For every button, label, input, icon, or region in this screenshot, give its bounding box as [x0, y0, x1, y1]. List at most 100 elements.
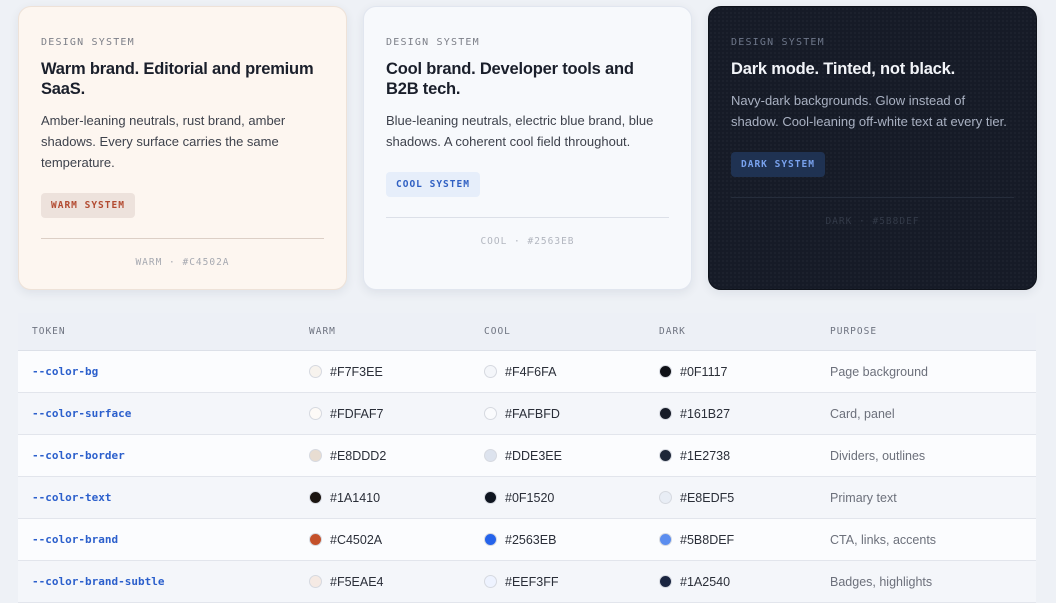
table-row: --color-border #E8DDD2 #DDE3EE #1E2738 Divid…: [18, 435, 1036, 477]
warm-hex-value: #C4502A: [330, 532, 383, 547]
dark-color-swatch: [659, 533, 672, 546]
header-purpose: PURPOSE: [830, 326, 878, 337]
token-purpose: Dividers, outlines: [830, 448, 926, 463]
dark-value-cell: #161B27: [645, 407, 816, 421]
table-row: --color-bg #F7F3EE #F4F6FA #0F1117 Page back…: [18, 351, 1036, 393]
card-title: Dark mode. Tinted, not black.: [731, 60, 956, 78]
token-purpose: Card, panel: [830, 406, 895, 421]
card-footer: COOL · #2563EB: [480, 236, 575, 247]
cool-hex-value: #EEF3FF: [505, 574, 559, 589]
cool-value-cell: #0F1520: [470, 491, 645, 505]
cool-value-cell: #DDE3EE: [470, 449, 645, 463]
cool-hex-value: #DDE3EE: [505, 448, 562, 463]
cool-system-card: DESIGN SYSTEM Cool brand. Developer tool…: [363, 6, 692, 290]
dark-hex-value: #E8EDF5: [680, 490, 735, 505]
warm-color-swatch: [309, 449, 322, 462]
token-purpose: Page background: [830, 364, 928, 379]
dark-color-swatch: [659, 365, 672, 378]
dark-hex-value: #161B27: [680, 406, 731, 421]
token-name: --color-text: [32, 491, 112, 504]
cool-color-swatch: [484, 407, 497, 420]
card-footer: DARK · #5B8DEF: [825, 216, 920, 227]
card-divider: [41, 238, 324, 239]
card-eyebrow: DESIGN SYSTEM: [731, 37, 825, 48]
dark-hex-value: #1E2738: [680, 448, 731, 463]
token-purpose: CTA, links, accents: [830, 532, 937, 547]
token-purpose: Badges, highlights: [830, 574, 933, 589]
warm-color-swatch: [309, 533, 322, 546]
header-cool: COOL: [484, 326, 511, 337]
card-divider: [731, 197, 1014, 198]
card-description: Blue-leaning neutrals, electric blue bra…: [386, 113, 654, 149]
token-name: --color-brand-subtle: [32, 575, 165, 588]
dark-value-cell: #E8EDF5: [645, 491, 816, 505]
cool-value-cell: #F4F6FA: [470, 365, 645, 379]
table-row: --color-brand-subtle #F5EAE4 #EEF3FF #1A254…: [18, 561, 1036, 603]
token-name: --color-bg: [32, 365, 99, 378]
cool-color-swatch: [484, 575, 497, 588]
cool-color-swatch: [484, 491, 497, 504]
cool-value-cell: #FAFBFD: [470, 407, 645, 421]
header-warm: WARM: [309, 326, 336, 337]
table-body: --color-bg #F7F3EE #F4F6FA #0F1117 Page back…: [18, 351, 1036, 603]
dark-color-swatch: [659, 407, 672, 420]
cool-color-swatch: [484, 449, 497, 462]
warm-value-cell: #C4502A: [295, 533, 470, 547]
dark-hex-value: #0F1117: [680, 364, 728, 379]
dark-system-card: DESIGN SYSTEM Dark mode. Tinted, not bla…: [708, 6, 1037, 290]
warm-value-cell: #FDFAF7: [295, 407, 470, 421]
card-title: Cool brand. Developer tools and B2B tech…: [386, 60, 634, 98]
warm-color-swatch: [309, 491, 322, 504]
card-divider: [386, 217, 669, 218]
token-table: TOKEN WARM COOL DARK PURPOSE --color-bg #…: [18, 313, 1036, 603]
warm-hex-value: #FDFAF7: [330, 406, 384, 421]
token-name: --color-border: [32, 449, 125, 462]
card-description: Navy-dark backgrounds. Glow instead of s…: [731, 93, 1007, 129]
warm-hex-value: #F5EAE4: [330, 574, 384, 589]
cool-value-cell: #2563EB: [470, 533, 645, 547]
dark-value-cell: #1A2540: [645, 575, 816, 589]
warm-system-badge: WARM SYSTEM: [41, 193, 135, 218]
warm-hex-value: #1A1410: [330, 490, 381, 505]
cool-value-cell: #EEF3FF: [470, 575, 645, 589]
cool-hex-value: #0F1520: [505, 490, 555, 505]
dark-value-cell: #1E2738: [645, 449, 816, 463]
dark-hex-value: #5B8DEF: [680, 532, 735, 547]
warm-value-cell: #F7F3EE: [295, 365, 470, 379]
header-dark: DARK: [659, 326, 686, 337]
table-row: --color-brand #C4502A #2563EB #5B8DEF CTA, l…: [18, 519, 1036, 561]
dark-color-swatch: [659, 491, 672, 504]
dark-hex-value: #1A2540: [680, 574, 731, 589]
token-name: --color-brand: [32, 533, 119, 546]
cool-color-swatch: [484, 365, 497, 378]
warm-color-swatch: [309, 365, 322, 378]
header-token: TOKEN: [32, 326, 66, 337]
cool-hex-value: #F4F6FA: [505, 364, 557, 379]
warm-value-cell: #E8DDD2: [295, 449, 470, 463]
dark-color-swatch: [659, 449, 672, 462]
cool-hex-value: #2563EB: [505, 532, 557, 547]
warm-value-cell: #1A1410: [295, 491, 470, 505]
warm-hex-value: #F7F3EE: [330, 364, 383, 379]
card-description: Amber-leaning neutrals, rust brand, ambe…: [41, 113, 286, 170]
warm-color-swatch: [309, 407, 322, 420]
cool-system-badge: COOL SYSTEM: [386, 172, 480, 197]
token-name: --color-surface: [32, 407, 132, 420]
warm-system-card: DESIGN SYSTEM Warm brand. Editorial and …: [18, 6, 347, 290]
warm-value-cell: #F5EAE4: [295, 575, 470, 589]
card-title: Warm brand. Editorial and premium SaaS.: [41, 60, 314, 98]
warm-hex-value: #E8DDD2: [330, 448, 387, 463]
table-header: TOKEN WARM COOL DARK PURPOSE: [18, 313, 1036, 351]
dark-color-swatch: [659, 575, 672, 588]
dark-system-badge: DARK SYSTEM: [731, 152, 825, 177]
dark-value-cell: #0F1117: [645, 365, 816, 379]
card-eyebrow: DESIGN SYSTEM: [41, 37, 135, 48]
card-eyebrow: DESIGN SYSTEM: [386, 37, 480, 48]
design-system-cards: DESIGN SYSTEM Warm brand. Editorial and …: [18, 6, 1037, 290]
table-row: --color-text #1A1410 #0F1520 #E8EDF5 Primary…: [18, 477, 1036, 519]
cool-color-swatch: [484, 533, 497, 546]
card-footer: WARM · #C4502A: [135, 257, 230, 268]
token-purpose: Primary text: [830, 490, 897, 505]
table-row: --color-surface #FDFAF7 #FAFBFD #161B27 Card…: [18, 393, 1036, 435]
cool-hex-value: #FAFBFD: [505, 406, 560, 421]
